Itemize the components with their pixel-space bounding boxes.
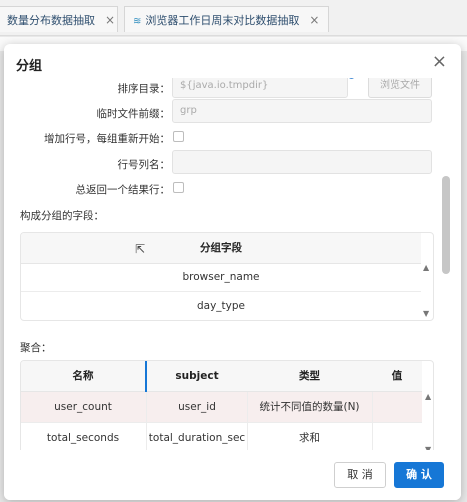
sort-dir-input[interactable]: ${java.io.tmpdir}	[172, 78, 348, 98]
agg-header-type[interactable]: 类型	[247, 361, 372, 392]
background-tab-label: 数量分布数据抽取	[7, 14, 95, 27]
agg-cell-type[interactable]: 求和	[247, 423, 372, 450]
always-one-label-wrap: 总返回一个结果行：	[4, 177, 171, 201]
dialog-scrollbar-thumb[interactable]	[442, 176, 450, 274]
close-icon[interactable]: ×	[432, 52, 447, 72]
background-tab-label: 浏览器工作日周末对比数据抽取	[145, 14, 300, 27]
agg-cell-subject[interactable]: total_duration_sec	[147, 423, 247, 450]
table-row[interactable]: day_type	[21, 292, 421, 320]
column-divider	[372, 392, 373, 450]
row-col-label-wrap: 行号列名：	[4, 152, 171, 176]
cursor-icon: ⇱	[135, 242, 146, 256]
scroll-up-icon[interactable]: ▲	[423, 263, 429, 272]
agg-cell-name[interactable]: total_seconds	[21, 423, 145, 450]
temp-prefix-input[interactable]: grp	[172, 99, 432, 123]
scroll-down-icon[interactable]: ▼	[423, 309, 429, 318]
group-field-header: 分组字段	[21, 233, 421, 264]
aggregation-table: 名称 subject 类型 值 user_count user_id 统计不同值…	[20, 360, 434, 450]
row-col-label: 行号列名：	[117, 159, 171, 171]
group-fields-table: 分组字段 ⇱ browser_name day_type ▲ ▼	[20, 232, 434, 321]
ok-button[interactable]: 确 认	[394, 462, 444, 488]
dialog-title: 分组	[16, 59, 43, 74]
agg-header-name[interactable]: 名称	[21, 361, 145, 392]
temp-prefix-label-wrap: 临时文件前缀：	[4, 101, 171, 125]
agg-section-title: 聚合：	[20, 342, 52, 354]
scroll-up-icon[interactable]: ▲	[425, 392, 431, 401]
dialog-body: 排序目录： ${java.io.tmpdir} 浏览文件 临时文件前缀： grp…	[4, 78, 461, 450]
group-dialog: 分组 × 排序目录： ${java.io.tmpdir} 浏览文件 临时文件前缀…	[4, 44, 461, 500]
column-divider	[146, 392, 147, 450]
table-row[interactable]: browser_name	[21, 264, 421, 291]
agg-header-subject[interactable]: subject	[147, 361, 247, 392]
add-row-label-wrap: 增加行号，每组重新开始：	[4, 126, 170, 150]
agg-cell-name[interactable]: user_count	[21, 392, 145, 422]
sort-dir-label: 排序目录：	[117, 83, 171, 95]
background-tab-2[interactable]: ≋ 浏览器工作日周末对比数据抽取 ×	[124, 6, 329, 32]
always-one-checkbox[interactable]	[173, 182, 184, 193]
agg-header-value[interactable]: 值	[372, 361, 422, 392]
cancel-button[interactable]: 取 消	[334, 462, 386, 488]
dialog-footer: 取 消 确 认	[4, 450, 461, 500]
sort-dir-label-wrap: 排序目录：	[4, 78, 171, 100]
column-divider	[247, 392, 248, 450]
background-tab-bar: 数量分布数据抽取 × ≋ 浏览器工作日周末对比数据抽取 ×	[0, 0, 467, 36]
background-tab-1[interactable]: 数量分布数据抽取 ×	[0, 6, 118, 32]
add-row-label: 增加行号，每组重新开始：	[44, 133, 170, 145]
temp-prefix-label: 临时文件前缀：	[96, 108, 171, 120]
close-icon[interactable]: ×	[105, 13, 115, 27]
browse-button[interactable]: 浏览文件	[368, 78, 432, 98]
agg-cell-type[interactable]: 统计不同值的数量(N)	[247, 392, 372, 422]
agg-cell-value[interactable]	[372, 392, 422, 422]
agg-cell-subject[interactable]: user_id	[147, 392, 247, 422]
flow-icon: ≋	[133, 16, 142, 27]
row-col-input[interactable]	[172, 150, 432, 174]
variable-icon[interactable]	[348, 78, 355, 79]
add-row-checkbox[interactable]	[173, 131, 184, 142]
agg-cell-value[interactable]	[372, 423, 422, 450]
group-section-title: 构成分组的字段：	[20, 210, 104, 222]
always-one-label: 总返回一个结果行：	[75, 184, 171, 196]
close-icon[interactable]: ×	[309, 13, 319, 27]
